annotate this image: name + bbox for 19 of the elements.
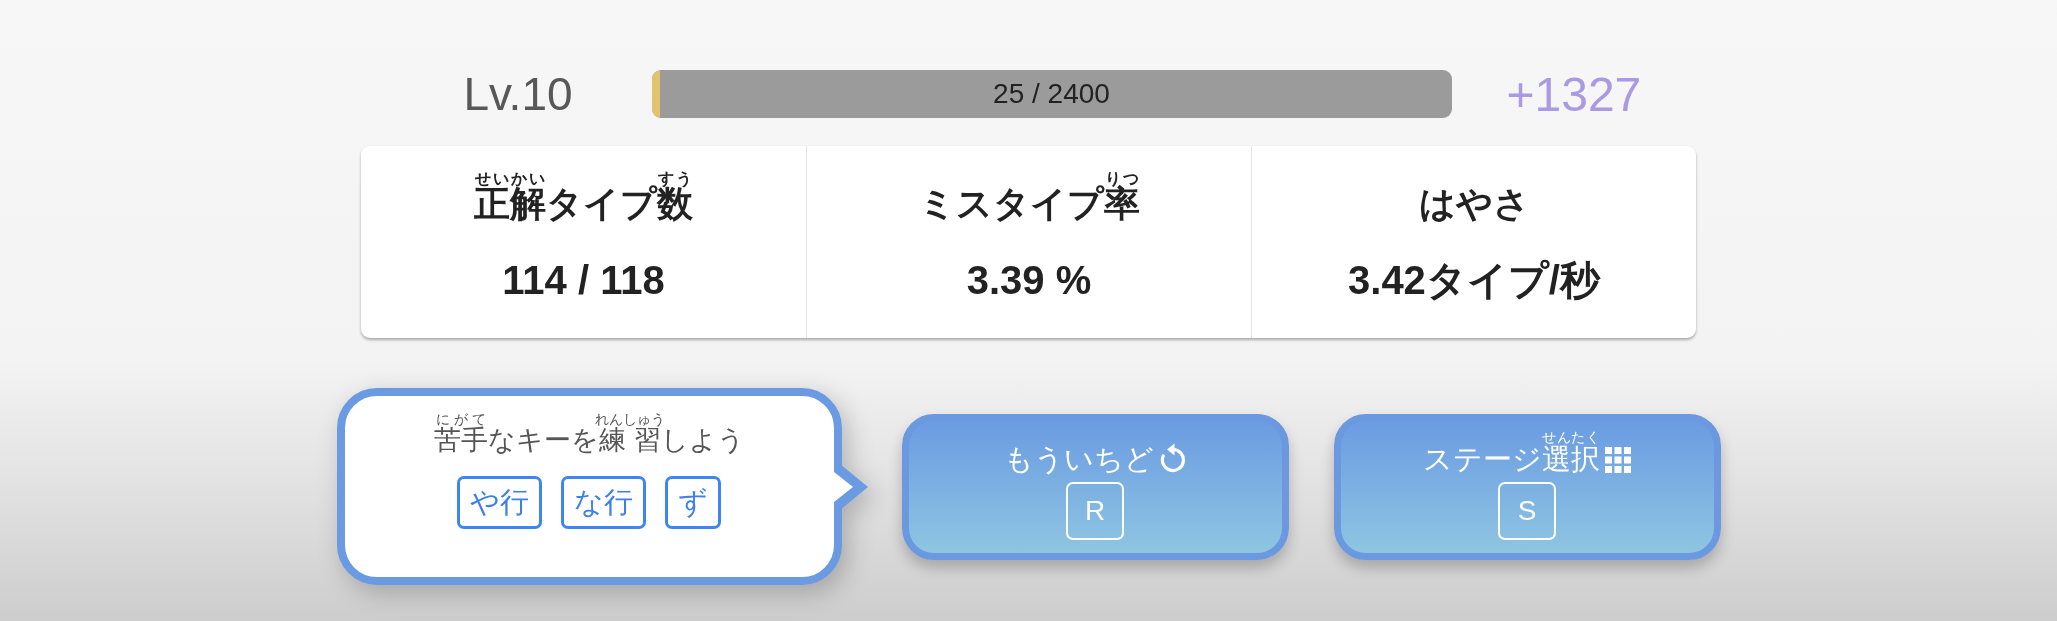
- level-label: Lv.10: [463, 67, 573, 121]
- weak-key-tag: や行: [457, 476, 542, 530]
- xp-gain-text: +1327: [1506, 66, 1642, 122]
- shortcut-key: S: [1498, 481, 1556, 540]
- grid-icon: [1605, 446, 1631, 473]
- stage-select-button[interactable]: ステージ選択 せんたく S: [1333, 413, 1721, 560]
- reload-icon: [1158, 442, 1187, 473]
- stat-value: 3.42タイプ/秒: [1348, 257, 1600, 304]
- progress-text: 25 / 2400: [993, 78, 1110, 110]
- weak-key-tag: な行: [561, 476, 646, 530]
- weak-key-tag: ず: [665, 476, 721, 530]
- stat-label: はやさ: [1418, 181, 1530, 225]
- shortcut-key: R: [1066, 481, 1124, 540]
- stat-value: 3.39 %: [966, 257, 1092, 304]
- stat-label: 正解 せいかい タイプ数 すう: [474, 170, 693, 225]
- advice-text: 苦手 にがて なキーを練習 れんしゅう しよう: [433, 412, 745, 457]
- retry-button[interactable]: もういちど R: [901, 413, 1289, 560]
- stat-label: ミスタイプ率 りつ: [918, 170, 1140, 225]
- stat-value: 114 / 118: [502, 257, 665, 304]
